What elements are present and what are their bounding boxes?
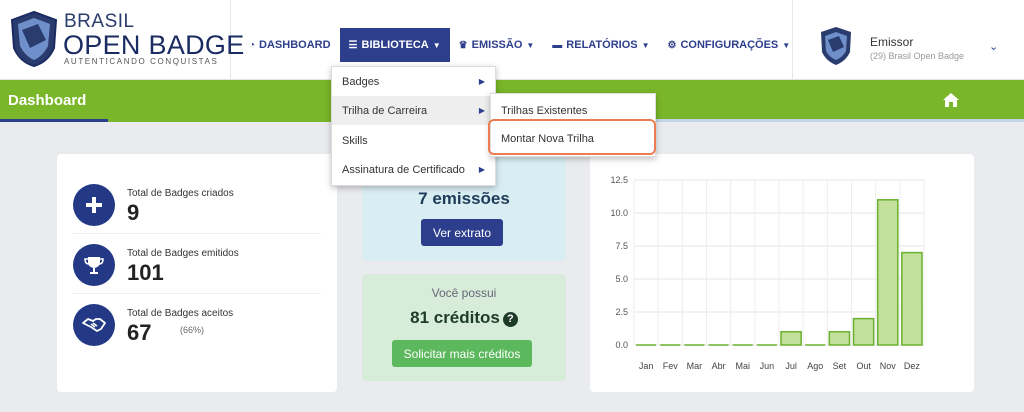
x-tick-label: Jul <box>785 361 797 371</box>
nav-relatorios-label: RELATÓRIOS <box>566 39 638 51</box>
y-tick-label: 7.5 <box>615 241 628 251</box>
user-menu[interactable]: Emissor (29) Brasil Open Badge ⌄ <box>792 0 1024 80</box>
menu-item-assinatura-de-certificado[interactable]: Assinatura de Certificado ▶ <box>332 155 495 184</box>
stat-value: 9 <box>127 200 140 225</box>
user-org: (29) Brasil Open Badge <box>870 51 965 61</box>
x-tick-label: Abr <box>712 361 726 371</box>
nav-dashboard[interactable]: ◔ DASHBOARD <box>240 28 340 62</box>
x-tick-label: Jan <box>639 361 654 371</box>
stat-label: Total de Badges aceitos <box>127 308 234 319</box>
x-tick-label: Nov <box>880 361 897 371</box>
y-tick-label: 2.5 <box>615 307 628 317</box>
title-bar-accent <box>655 119 1024 122</box>
y-tick-label: 12.5 <box>610 175 628 185</box>
question-circle-icon[interactable]: ? <box>502 312 518 327</box>
menu-item-skills[interactable]: Skills <box>332 126 495 155</box>
credits-title: Você possui <box>431 286 497 300</box>
stat-percent: (66%) <box>180 325 205 335</box>
chart-bar <box>876 199 899 346</box>
emissions-value: 7 emissões <box>418 189 510 208</box>
y-tick-label: 0.0 <box>615 340 628 350</box>
nav-biblioteca[interactable]: ☰ BIBLIOTECA ▼ <box>339 28 450 62</box>
credits-value-row: 81 créditos? <box>362 308 566 328</box>
menu-item-label: Badges <box>342 75 380 88</box>
y-tick-label: 5.0 <box>615 274 628 284</box>
plus-icon <box>73 184 115 226</box>
x-tick-label: Mar <box>687 361 703 371</box>
stat-accepted: Total de Badges aceitos 67 (66%) <box>73 294 321 354</box>
credits-card: Você possui 81 créditos? Solicitar mais … <box>362 274 566 381</box>
badges-stats-card: Total de Badges criados 9 Total de Badge… <box>57 154 337 392</box>
handshake-icon <box>73 304 115 346</box>
nav-emissao[interactable]: ♛ EMISSÃO ▼ <box>450 28 544 62</box>
main-nav: ◔ DASHBOARD ☰ BIBLIOTECA ▼ ♛ EMISSÃO ▼ ▬… <box>240 28 799 62</box>
brand-logo[interactable]: BRASIL OPEN BADGE AUTENTICANDO CONQUISTA… <box>0 0 244 80</box>
cogs-icon: ⚙ <box>667 39 677 51</box>
x-tick-label: Out <box>856 361 871 371</box>
x-tick-label: Jun <box>760 361 775 371</box>
page-title: Dashboard <box>8 92 87 109</box>
highlight-outline <box>488 119 656 155</box>
trophy-icon: ♛ <box>458 39 468 51</box>
shield-logo-icon <box>10 10 58 68</box>
chart-bar <box>780 331 802 346</box>
chevron-down-icon: ▼ <box>526 40 535 50</box>
stat-label: Total de Badges criados <box>127 188 234 199</box>
stat-created: Total de Badges criados 9 <box>73 174 321 234</box>
chevron-right-icon: ▶ <box>478 165 485 174</box>
x-tick-label: Dez <box>904 361 921 371</box>
chevron-down-icon: ▼ <box>641 40 650 50</box>
nav-emissao-label: EMISSÃO <box>471 39 523 51</box>
monthly-badges-chart: 0.0 2.5 5.0 7.5 10.0 12.5 Jan Fev Mar Abr Mai Jun Ju… <box>610 175 925 371</box>
nav-dashboard-label: DASHBOARD <box>259 39 331 51</box>
view-statement-button[interactable]: Ver extrato <box>421 219 503 246</box>
chevron-down-icon[interactable]: ⌄ <box>989 40 998 53</box>
chevron-down-icon: ▼ <box>782 40 791 50</box>
monthly-chart-card: 0.0 2.5 5.0 7.5 10.0 12.5 Jan Fev Mar Abr Mai Jun Ju… <box>590 154 974 392</box>
menu-item-badges[interactable]: Badges ▶ <box>332 67 495 96</box>
user-name: Emissor <box>870 35 914 49</box>
trophy-icon <box>73 244 115 286</box>
x-tick-label: Set <box>833 361 847 371</box>
chevron-down-icon: ▼ <box>432 40 441 50</box>
chart-bar <box>828 331 851 346</box>
nav-configuracoes-label: CONFIGURAÇÕES <box>680 39 779 51</box>
dashboard-icon: ◔ <box>249 39 256 51</box>
x-tick-label: Mai <box>735 361 750 371</box>
biblioteca-dropdown: Badges ▶ Trilha de Carreira ▶ Skills Ass… <box>331 66 496 186</box>
credit-card-icon: ▬ <box>552 39 563 51</box>
menu-item-label: Trilha de Carreira <box>342 104 428 117</box>
request-credits-button[interactable]: Solicitar mais créditos <box>392 340 532 367</box>
stat-issued: Total de Badges emitidos 101 <box>73 234 321 294</box>
chart-bar <box>852 317 875 346</box>
top-header: BRASIL OPEN BADGE AUTENTICANDO CONQUISTA… <box>0 0 1024 80</box>
user-shield-icon <box>821 27 851 65</box>
stat-label: Total de Badges emitidos <box>127 248 239 259</box>
menu-item-label: Assinatura de Certificado <box>342 163 465 176</box>
stat-value: 67 <box>127 320 152 345</box>
nav-relatorios[interactable]: ▬ RELATÓRIOS ▼ <box>543 28 658 62</box>
title-underline <box>0 119 108 122</box>
database-icon: ☰ <box>348 39 358 51</box>
chart-bar <box>901 251 923 346</box>
menu-item-label: Skills <box>342 134 368 147</box>
stat-value: 101 <box>127 260 164 285</box>
menu-item-trilha-de-carreira[interactable]: Trilha de Carreira ▶ <box>332 96 495 125</box>
nav-biblioteca-label: BIBLIOTECA <box>361 39 429 51</box>
x-tick-label: Fev <box>663 361 679 371</box>
y-tick-label: 10.0 <box>610 208 628 218</box>
chevron-right-icon: ▶ <box>478 77 485 86</box>
x-tick-label: Ago <box>807 361 823 371</box>
credits-value: 81 créditos <box>410 308 500 327</box>
nav-configuracoes[interactable]: ⚙ CONFIGURAÇÕES ▼ <box>659 28 800 62</box>
chevron-right-icon: ▶ <box>478 106 485 115</box>
logo-tagline: AUTENTICANDO CONQUISTAS <box>64 57 219 66</box>
home-icon[interactable] <box>942 92 960 108</box>
submenu-item-label: Trilhas Existentes <box>501 104 588 117</box>
